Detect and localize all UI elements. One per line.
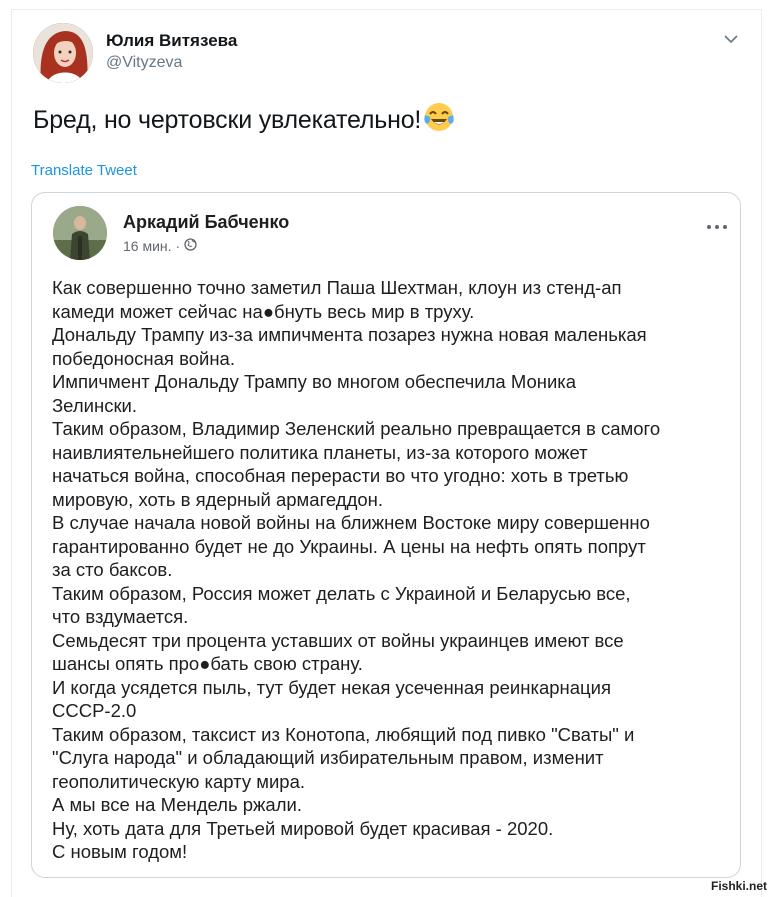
quoted-post-body: Как совершенно точно заметил Паша Шехтма… <box>52 276 732 864</box>
post-line: Семьдесят три процента уставших от войны… <box>52 629 624 651</box>
post-line: А мы все на Мендель ржали. <box>52 794 302 815</box>
post-line: наивлиятельнейшего политика планеты, из-… <box>52 441 588 463</box>
post-line: шансы опять про●бать свою страну. <box>52 653 363 674</box>
post-line: Как совершенно точно заметил Паша Шехтма… <box>52 277 622 298</box>
meta-separator: · <box>175 238 181 254</box>
tweet-text-content: Бред, но чертовски увлекательно! <box>33 106 422 134</box>
quoted-post-time[interactable]: 16 мин. <box>123 238 172 254</box>
author-name[interactable]: Юлия Витязева <box>106 31 237 51</box>
tears-of-joy-emoji-icon <box>422 100 456 134</box>
quoted-author-avatar[interactable] <box>53 206 107 260</box>
translate-tweet-link[interactable]: Translate Tweet <box>31 162 137 179</box>
post-line: геополитическую карту мира. <box>52 770 306 792</box>
post-line: Таким образом, Владимир Зеленский реальн… <box>52 418 661 439</box>
post-line: Импичмент Дональду Трампу во многом обес… <box>52 371 577 392</box>
post-line: победоносная война. <box>52 347 235 369</box>
author-avatar[interactable] <box>33 23 93 83</box>
post-line: начаться война, способная перерасти во ч… <box>52 465 629 486</box>
post-line: мировую, хоть в ядерный армагеддон. <box>52 488 384 510</box>
post-line: И когда усядется пыль, тут будет некая у… <box>52 676 611 698</box>
post-line: Зелински. <box>52 394 138 416</box>
chevron-down-icon[interactable] <box>722 30 740 48</box>
post-line: что вздумается. <box>52 606 189 627</box>
post-line: Ну, хоть дата для Третьей мировой будет … <box>52 817 554 839</box>
author-handle[interactable]: @Vityzeva <box>106 54 182 72</box>
post-line: С новым годом! <box>52 841 188 862</box>
quoted-post-meta: 16 мин. · <box>123 238 197 254</box>
tweet-text: Бред, но чертовски увлекательно! <box>33 100 456 135</box>
globe-icon <box>184 238 197 254</box>
tweet-card: Юлия Витязева @Vityzeva Бред, но чертовс… <box>11 9 762 897</box>
post-line: "Слуга народа" и обладающий избирательны… <box>52 747 604 768</box>
post-line: Таким образом, Россия может делать с Укр… <box>52 582 631 604</box>
watermark: Fishki.net <box>710 879 767 893</box>
quoted-post[interactable]: Аркадий Бабченко 16 мин. · Как совершенн… <box>31 192 741 878</box>
post-line: В случае начала новой войны на ближнем В… <box>52 512 650 533</box>
post-line: камеди может сейчас на●бнуть весь мир в … <box>52 300 475 322</box>
more-options-icon[interactable] <box>706 217 728 235</box>
quoted-author-name[interactable]: Аркадий Бабченко <box>123 212 289 233</box>
post-line: гарантированно будет не до Украины. А це… <box>52 535 646 557</box>
post-line: за сто баксов. <box>52 559 173 580</box>
post-line: Таким образом, таксист из Конотопа, любя… <box>52 723 635 745</box>
post-line: СССР-2.0 <box>52 700 137 721</box>
post-line: Дональду Трампу из-за импичмента позарез… <box>52 324 647 345</box>
